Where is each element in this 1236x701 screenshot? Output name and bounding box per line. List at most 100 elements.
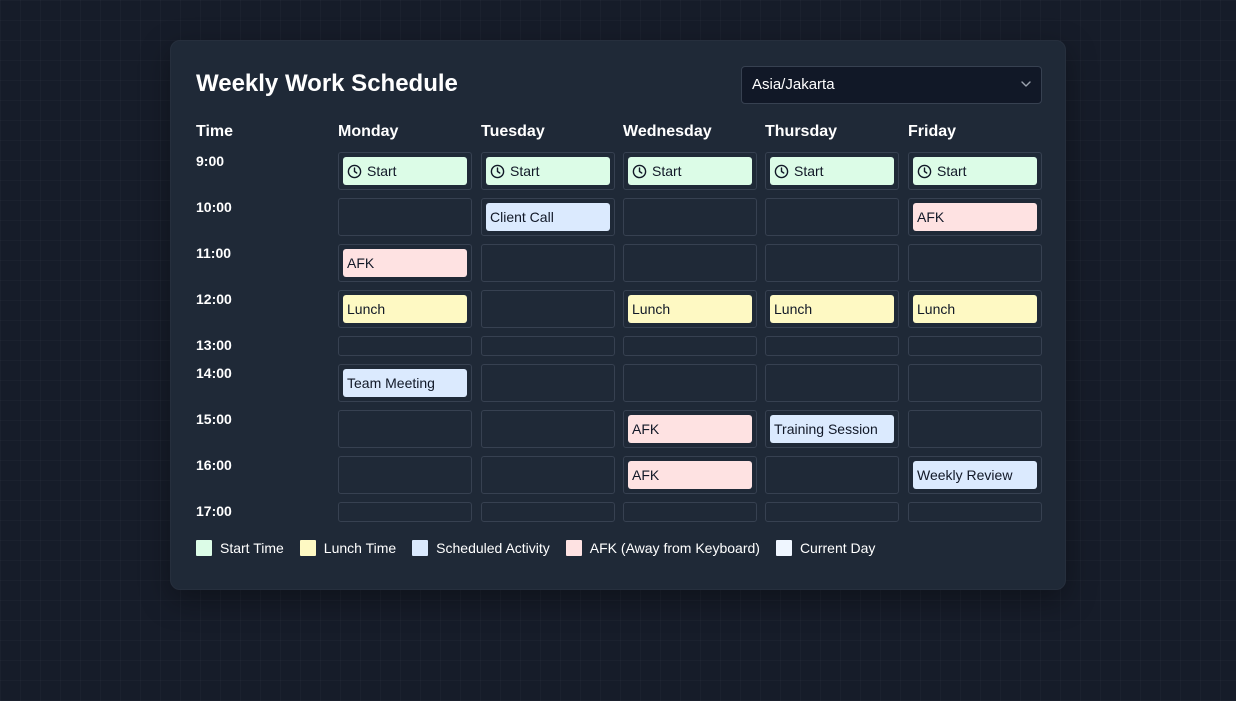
event-label: AFK bbox=[347, 255, 375, 271]
time-slot-friday-15-00[interactable] bbox=[908, 410, 1042, 448]
time-slot-thursday-16-00[interactable] bbox=[765, 456, 899, 494]
time-slot-tuesday-17-00[interactable] bbox=[481, 502, 615, 522]
legend-swatch bbox=[299, 540, 316, 556]
event-label: Client Call bbox=[490, 209, 554, 225]
time-slot-wednesday-9-00[interactable]: Start bbox=[623, 152, 757, 190]
event-label: Weekly Review bbox=[917, 467, 1013, 483]
time-slot-wednesday-14-00[interactable] bbox=[623, 364, 757, 402]
timezone-selected-value: Asia/Jakarta bbox=[752, 76, 835, 93]
time-slot-wednesday-17-00[interactable] bbox=[623, 502, 757, 522]
time-slot-friday-13-00[interactable] bbox=[908, 336, 1042, 356]
time-slot-wednesday-16-00[interactable]: AFK bbox=[623, 456, 757, 494]
time-slot-thursday-9-00[interactable]: Start bbox=[765, 152, 899, 190]
event-scheduled-training-session[interactable]: Training Session bbox=[770, 415, 894, 443]
day-header-monday: Monday bbox=[338, 123, 399, 140]
legend: Start Time Lunch Time Scheduled Activity AF… bbox=[196, 539, 891, 557]
legend-item-start-time: Start Time bbox=[196, 540, 284, 556]
time-slot-monday-16-00[interactable] bbox=[338, 456, 472, 494]
event-label: AFK bbox=[632, 421, 660, 437]
time-slot-thursday-11-00[interactable] bbox=[765, 244, 899, 282]
legend-swatch bbox=[196, 540, 212, 556]
event-afk-afk[interactable]: AFK bbox=[628, 415, 752, 443]
legend-swatch bbox=[412, 540, 429, 556]
event-lunch-lunch[interactable]: Lunch bbox=[770, 295, 894, 323]
clock-icon bbox=[774, 164, 789, 178]
timezone-select[interactable]: Asia/Jakarta bbox=[741, 66, 1042, 104]
time-slot-monday-9-00[interactable]: Start bbox=[338, 152, 472, 190]
time-slot-monday-14-00[interactable]: Team Meeting bbox=[338, 364, 472, 402]
time-slot-thursday-12-00[interactable]: Lunch bbox=[765, 290, 899, 328]
time-slot-thursday-17-00[interactable] bbox=[765, 502, 899, 522]
event-scheduled-team-meeting[interactable]: Team Meeting bbox=[343, 369, 467, 397]
time-slot-tuesday-16-00[interactable] bbox=[481, 456, 615, 494]
time-slot-monday-15-00[interactable] bbox=[338, 410, 472, 448]
time-slot-thursday-14-00[interactable] bbox=[765, 364, 899, 402]
time-slot-wednesday-13-00[interactable] bbox=[623, 336, 757, 356]
time-slot-wednesday-10-00[interactable] bbox=[623, 198, 757, 236]
legend-item-scheduled-activity: Scheduled Activity bbox=[412, 540, 550, 556]
time-slot-friday-10-00[interactable]: AFK bbox=[908, 198, 1042, 236]
event-afk-afk[interactable]: AFK bbox=[343, 249, 467, 277]
time-slot-thursday-15-00[interactable]: Training Session bbox=[765, 410, 899, 448]
time-slot-tuesday-13-00[interactable] bbox=[481, 336, 615, 356]
event-start-start[interactable]: Start bbox=[486, 157, 610, 185]
day-header-wednesday: Wednesday bbox=[623, 123, 712, 140]
event-start-start[interactable]: Start bbox=[628, 157, 752, 185]
event-scheduled-client-call[interactable]: Client Call bbox=[486, 203, 610, 231]
time-slot-friday-16-00[interactable]: Weekly Review bbox=[908, 456, 1042, 494]
time-slot-monday-13-00[interactable] bbox=[338, 336, 472, 356]
event-label: AFK bbox=[632, 467, 660, 483]
time-slot-monday-17-00[interactable] bbox=[338, 502, 472, 522]
event-label: Training Session bbox=[774, 421, 878, 437]
event-label: Start bbox=[367, 163, 397, 179]
time-label-15-00: 15:00 bbox=[196, 411, 232, 427]
time-slot-monday-10-00[interactable] bbox=[338, 198, 472, 236]
event-label: Team Meeting bbox=[347, 375, 435, 391]
time-slot-tuesday-10-00[interactable]: Client Call bbox=[481, 198, 615, 236]
event-label: Lunch bbox=[774, 301, 813, 317]
event-label: Lunch bbox=[347, 301, 386, 317]
event-afk-afk[interactable]: AFK bbox=[628, 461, 752, 489]
event-label: Start bbox=[794, 163, 824, 179]
time-slot-friday-12-00[interactable]: Lunch bbox=[908, 290, 1042, 328]
time-slot-tuesday-12-00[interactable] bbox=[481, 290, 615, 328]
event-afk-afk[interactable]: AFK bbox=[913, 203, 1037, 231]
time-slot-wednesday-12-00[interactable]: Lunch bbox=[623, 290, 757, 328]
time-slot-tuesday-11-00[interactable] bbox=[481, 244, 615, 282]
time-slot-friday-9-00[interactable]: Start bbox=[908, 152, 1042, 190]
time-slot-monday-11-00[interactable]: AFK bbox=[338, 244, 472, 282]
chevron-down-icon bbox=[1021, 81, 1031, 87]
event-scheduled-weekly-review[interactable]: Weekly Review bbox=[913, 461, 1037, 489]
time-slot-friday-11-00[interactable] bbox=[908, 244, 1042, 282]
event-lunch-lunch[interactable]: Lunch bbox=[343, 295, 467, 323]
legend-item-afk-away-from-keyboard: AFK (Away from Keyboard) bbox=[565, 540, 760, 556]
time-slot-tuesday-14-00[interactable] bbox=[481, 364, 615, 402]
time-slot-wednesday-11-00[interactable] bbox=[623, 244, 757, 282]
event-start-start[interactable]: Start bbox=[913, 157, 1037, 185]
time-label-11-00: 11:00 bbox=[196, 245, 232, 261]
event-label: Lunch bbox=[632, 301, 671, 317]
time-column-header: Time bbox=[196, 123, 234, 140]
event-lunch-lunch[interactable]: Lunch bbox=[628, 295, 752, 323]
time-slot-wednesday-15-00[interactable]: AFK bbox=[623, 410, 757, 448]
time-label-17-00: 17:00 bbox=[196, 503, 232, 519]
legend-swatch bbox=[775, 540, 792, 556]
time-slot-friday-14-00[interactable] bbox=[908, 364, 1042, 402]
legend-label: Lunch Time bbox=[323, 540, 397, 556]
time-slot-thursday-10-00[interactable] bbox=[765, 198, 899, 236]
time-label-13-00: 13:00 bbox=[196, 337, 232, 353]
event-start-start[interactable]: Start bbox=[343, 157, 467, 185]
event-lunch-lunch[interactable]: Lunch bbox=[913, 295, 1037, 323]
clock-icon bbox=[490, 164, 505, 178]
event-label: Lunch bbox=[917, 301, 956, 317]
event-label: Start bbox=[937, 163, 967, 179]
legend-label: Start Time bbox=[220, 540, 284, 556]
time-label-9-00: 9:00 bbox=[196, 153, 225, 169]
time-slot-thursday-13-00[interactable] bbox=[765, 336, 899, 356]
event-start-start[interactable]: Start bbox=[770, 157, 894, 185]
time-slot-friday-17-00[interactable] bbox=[908, 502, 1042, 522]
time-slot-tuesday-15-00[interactable] bbox=[481, 410, 615, 448]
clock-icon bbox=[632, 164, 647, 178]
time-slot-monday-12-00[interactable]: Lunch bbox=[338, 290, 472, 328]
time-slot-tuesday-9-00[interactable]: Start bbox=[481, 152, 615, 190]
